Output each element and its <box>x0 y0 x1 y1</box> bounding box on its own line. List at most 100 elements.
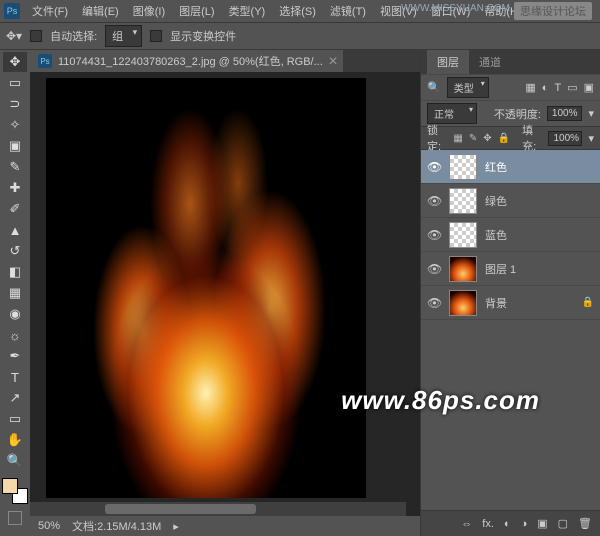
horizontal-scrollbar[interactable] <box>30 502 406 516</box>
fill-flyout-icon[interactable]: ▾ <box>588 132 594 145</box>
blend-mode-dropdown[interactable]: 正常 <box>427 103 477 124</box>
layer-name[interactable]: 绿色 <box>485 193 507 209</box>
layer-mask-icon[interactable]: ◐ <box>504 518 511 530</box>
adjustment-layer-icon[interactable]: ◑ <box>521 518 528 530</box>
layer-row[interactable]: 👁 蓝色 <box>421 218 600 252</box>
shape-tool[interactable]: ▭ <box>3 409 27 429</box>
status-arrow-icon[interactable]: ▸ <box>173 520 179 533</box>
lock-row: 锁定: ▦ ✎ ✥ 🔒 填充: 100% ▾ <box>421 126 600 150</box>
menu-image[interactable]: 图像(I) <box>127 1 171 21</box>
trash-icon[interactable]: 🗑 <box>578 517 592 530</box>
layer-name[interactable]: 图层 1 <box>485 261 516 277</box>
fill-input[interactable]: 100% <box>548 131 582 146</box>
hand-tool[interactable]: ✋ <box>3 430 27 450</box>
layer-row[interactable]: 👁 绿色 <box>421 184 600 218</box>
options-bar: ✥▾ 自动选择: 组 显示变换控件 <box>0 22 600 50</box>
menu-select[interactable]: 选择(S) <box>273 1 322 21</box>
layer-name[interactable]: 红色 <box>485 159 507 175</box>
history-brush-tool[interactable]: ↺ <box>3 241 27 261</box>
type-tool[interactable]: T <box>3 367 27 387</box>
tab-layers[interactable]: 图层 <box>427 50 469 74</box>
new-layer-icon[interactable]: ▢ <box>558 517 568 530</box>
quickmask-toggle[interactable] <box>8 511 22 525</box>
move-tool[interactable]: ✥ <box>3 52 27 72</box>
blur-tool[interactable]: ◉ <box>3 304 27 324</box>
layer-thumbnail[interactable] <box>449 222 477 248</box>
lock-pix-icon[interactable]: ✎ <box>469 133 477 144</box>
layer-name[interactable]: 蓝色 <box>485 227 507 243</box>
canvas-viewport[interactable] <box>30 72 420 502</box>
layers-panel: 图层 通道 🔍 类型 ▦ ◐ T ▭ ▣ 正常 不透明度: 100% ▾ 锁定:… <box>420 50 600 536</box>
filter-shape-icon[interactable]: ▭ <box>567 81 577 94</box>
opacity-input[interactable]: 100% <box>547 106 583 121</box>
app-logo: Ps <box>4 3 20 19</box>
filter-adj-icon[interactable]: ◐ <box>542 82 549 94</box>
filter-kind-dropdown[interactable]: 类型 <box>447 77 489 98</box>
group-icon[interactable]: ▣ <box>537 517 547 530</box>
tab-channels[interactable]: 通道 <box>469 50 511 74</box>
menu-type[interactable]: 类型(Y) <box>223 1 272 21</box>
wand-tool[interactable]: ✧ <box>3 115 27 135</box>
layer-thumbnail[interactable] <box>449 154 477 180</box>
heal-tool[interactable]: ✚ <box>3 178 27 198</box>
menu-filter[interactable]: 滤镜(T) <box>324 1 372 21</box>
doc-info: 文档:2.15M/4.13M <box>72 518 161 534</box>
visibility-icon[interactable]: 👁 <box>427 296 441 310</box>
visibility-icon[interactable]: 👁 <box>427 194 441 208</box>
link-layers-icon[interactable]: ⇔ <box>461 518 472 530</box>
filter-smart-icon[interactable]: ▣ <box>584 81 594 94</box>
opacity-label: 不透明度: <box>494 106 541 122</box>
eraser-tool[interactable]: ◧ <box>3 262 27 282</box>
color-swatches[interactable] <box>2 478 28 504</box>
lock-pos-icon[interactable]: ✥ <box>483 133 491 144</box>
filter-type-icon[interactable]: T <box>554 82 561 94</box>
layer-thumbnail[interactable] <box>449 256 477 282</box>
path-tool[interactable]: ↗ <box>3 388 27 408</box>
brush-tool[interactable]: ✐ <box>3 199 27 219</box>
auto-select-checkbox[interactable] <box>30 30 42 42</box>
opacity-flyout-icon[interactable]: ▾ <box>588 107 594 120</box>
layer-fx-icon[interactable]: fx. <box>482 518 494 530</box>
panel-tab-strip: 图层 通道 <box>421 50 600 74</box>
layer-name[interactable]: 背景 <box>485 295 507 311</box>
menu-layer[interactable]: 图层(L) <box>173 1 220 21</box>
menu-file[interactable]: 文件(F) <box>26 1 74 21</box>
gradient-tool[interactable]: ▦ <box>3 283 27 303</box>
document-image <box>46 78 366 498</box>
layer-thumbnail[interactable] <box>449 290 477 316</box>
menu-edit[interactable]: 编辑(E) <box>76 1 125 21</box>
pen-tool[interactable]: ✒ <box>3 346 27 366</box>
document-tab[interactable]: Ps 11074431_122403780263_2.jpg @ 50%(红色,… <box>30 50 343 72</box>
search-icon: 🔍 <box>427 81 441 94</box>
panel-footer: ⇔ fx. ◐ ◑ ▣ ▢ 🗑 <box>421 510 600 536</box>
layer-row[interactable]: 👁背景🔒 <box>421 286 600 320</box>
move-tool-icon: ✥▾ <box>6 29 22 43</box>
crop-tool[interactable]: ▣ <box>3 136 27 156</box>
marquee-tool[interactable]: ▭ <box>3 73 27 93</box>
show-transform-checkbox[interactable] <box>150 30 162 42</box>
tool-palette: ✥ ▭ ⊃ ✧ ▣ ✎ ✚ ✐ ▲ ↺ ◧ ▦ ◉ ☼ ✒ T ↗ ▭ ✋ 🔍 <box>0 50 30 536</box>
eyedropper-tool[interactable]: ✎ <box>3 157 27 177</box>
visibility-icon[interactable]: 👁 <box>427 262 441 276</box>
visibility-icon[interactable]: 👁 <box>427 160 441 174</box>
fg-color-swatch[interactable] <box>2 478 18 494</box>
canvas-area: Ps 11074431_122403780263_2.jpg @ 50%(红色,… <box>30 50 420 536</box>
dodge-tool[interactable]: ☼ <box>3 325 27 345</box>
lasso-tool[interactable]: ⊃ <box>3 94 27 114</box>
visibility-icon[interactable]: 👁 <box>427 228 441 242</box>
document-tab-strip: Ps 11074431_122403780263_2.jpg @ 50%(红色,… <box>30 50 420 72</box>
layer-thumbnail[interactable] <box>449 188 477 214</box>
close-tab-icon[interactable]: × <box>323 53 342 71</box>
lock-all-icon[interactable]: 🔒 <box>498 133 510 144</box>
blend-row: 正常 不透明度: 100% ▾ <box>421 100 600 126</box>
stamp-tool[interactable]: ▲ <box>3 220 27 240</box>
zoom-level[interactable]: 50% <box>38 520 60 532</box>
layer-row[interactable]: 👁 红色 <box>421 150 600 184</box>
filter-row: 🔍 类型 ▦ ◐ T ▭ ▣ <box>421 74 600 100</box>
filter-pix-icon[interactable]: ▦ <box>525 81 535 94</box>
auto-select-label: 自动选择: <box>50 28 97 44</box>
lock-trans-icon[interactable]: ▦ <box>453 133 462 144</box>
auto-select-dropdown[interactable]: 组 <box>105 25 142 47</box>
layer-row[interactable]: 👁 图层 1 <box>421 252 600 286</box>
zoom-tool[interactable]: 🔍 <box>3 451 27 471</box>
